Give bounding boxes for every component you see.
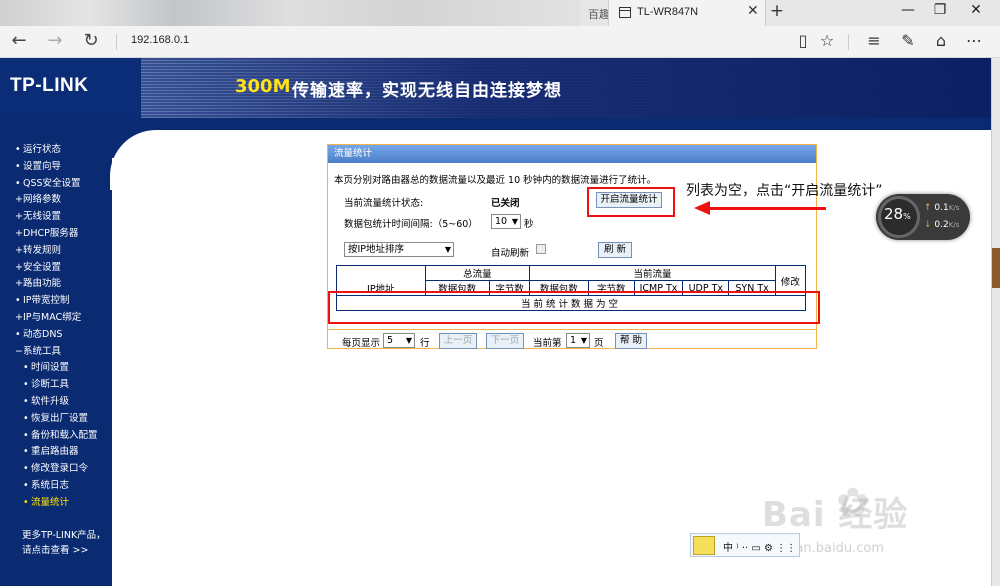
prev-page-button[interactable]: 上一页 <box>439 333 477 349</box>
sidebar-item-system-tools[interactable]: −系统工具 <box>15 344 111 361</box>
page-unit: 页 <box>594 338 604 349</box>
address-bar[interactable]: 192.168.0.1 <box>131 34 189 46</box>
address-divider <box>116 34 117 50</box>
panel-title: 流量统计 <box>328 145 816 163</box>
navigation-bar: ← → ↻ 192.168.0.1 ▯ ☆ ≡ ✎ ⌂ ⋯ <box>0 26 1000 58</box>
router-banner: TP-LINK 300M 传输速率，实现无线自由连接梦想 <box>0 58 1000 118</box>
chevron-down-icon: ▼ <box>511 217 518 226</box>
per-page-label: 每页显示 <box>342 338 381 349</box>
auto-refresh-checkbox[interactable] <box>536 244 546 254</box>
tab-bar: 百趣 TL-WR847N ✕ + — ❐ ✕ <box>0 0 1000 26</box>
sidebar-item-wizard[interactable]: • 设置向导 <box>15 159 111 176</box>
restore-icon[interactable]: ❐ <box>930 2 950 18</box>
panel-description: 本页分别对路由器总的数据流量以及最近 10 秒钟内的数据流量进行了统计。 <box>334 175 657 186</box>
sidebar-item-status[interactable]: • 运行状态 <box>15 142 111 159</box>
page-select[interactable]: 1 ▼ <box>566 333 590 348</box>
banner-speed: 300M <box>235 76 291 97</box>
toolbar-divider <box>848 34 849 50</box>
usage-percent: 28% <box>884 205 911 223</box>
chevron-down-icon: ▼ <box>405 336 412 345</box>
upload-arrow-icon: ↑ <box>924 203 932 213</box>
ime-toolbar[interactable]: 中 ⁾ ·· ▭ ⚙ ⋮⋮ <box>690 533 800 557</box>
notes-icon[interactable]: ✎ <box>897 31 919 50</box>
table-header-group-row: IP地址 总流量 当前流量 修改 <box>336 265 807 296</box>
tp-link-logo[interactable]: TP-LINK <box>10 75 88 97</box>
share-icon[interactable]: ⌂ <box>930 31 952 50</box>
hub-icon[interactable]: ≡ <box>863 31 885 50</box>
blurred-tabs <box>0 0 580 26</box>
refresh-icon[interactable]: ↻ <box>80 30 102 51</box>
next-page-button[interactable]: 下一页 <box>486 333 524 349</box>
reading-view-icon[interactable]: ▯ <box>792 31 814 50</box>
more-products-line1: 更多TP-LINK产品， <box>22 530 106 541</box>
sidebar-subitem-reboot[interactable]: • 重启路由器 <box>15 444 111 461</box>
sidebar-item-wireless[interactable]: +无线设置 <box>15 209 111 226</box>
sidebar-subitem-password[interactable]: • 修改登录口令 <box>15 461 111 478</box>
sidebar-item-security[interactable]: +安全设置 <box>15 260 111 277</box>
more-products-link[interactable]: 更多TP-LINK产品， 请点击查看 >> <box>22 528 106 558</box>
back-icon[interactable]: ← <box>8 30 30 51</box>
sidebar-subitem-backup[interactable]: • 备份和载入配置 <box>15 428 111 445</box>
group-current: 当前流量 <box>529 265 776 281</box>
empty-row-highlight <box>328 291 820 324</box>
sidebar-item-bandwidth[interactable]: • IP带宽控制 <box>15 293 111 310</box>
interval-unit: 秒 <box>524 219 534 230</box>
sidebar-subitem-time[interactable]: • 时间设置 <box>15 360 111 377</box>
sidebar-menu: • 运行状态 • 设置向导 • QSS安全设置 +网络参数 +无线设置 +DHCP服务… <box>15 142 111 512</box>
previous-tab-title[interactable]: 百趣 <box>588 6 610 22</box>
download-arrow-icon: ↓ <box>924 220 932 230</box>
sidebar-subitem-firmware[interactable]: • 软件升级 <box>15 394 111 411</box>
close-tab-icon[interactable]: ✕ <box>747 3 759 19</box>
chevron-down-icon: ▼ <box>444 245 451 254</box>
active-tab-title: TL-WR847N <box>637 6 699 18</box>
status-label: 当前流量统计状态: <box>344 198 424 209</box>
auto-refresh-label: 自动刷新 <box>491 248 530 259</box>
logo-area: TP-LINK <box>0 58 140 118</box>
help-button[interactable]: 帮 助 <box>615 333 647 349</box>
window-close-icon[interactable]: ✕ <box>966 2 986 18</box>
page-icon <box>619 7 631 18</box>
chevron-down-icon: ▼ <box>580 336 587 345</box>
sidebar-subitem-traffic[interactable]: • 流量统计 <box>15 495 111 512</box>
status-value: 已关闭 <box>491 198 520 209</box>
page-scrollbar[interactable] <box>991 58 1000 586</box>
group-total: 总流量 <box>424 265 531 281</box>
sort-select[interactable]: 按IP地址排序 ▼ <box>344 242 454 257</box>
sidebar-item-network[interactable]: +网络参数 <box>15 192 111 209</box>
sidebar-item-routing[interactable]: +路由功能 <box>15 276 111 293</box>
sidebar-subitem-diagnostics[interactable]: • 诊断工具 <box>15 377 111 394</box>
watermark-brand: Bai 经验 <box>762 495 909 535</box>
favorite-star-icon[interactable]: ☆ <box>816 31 838 50</box>
sidebar-item-ip-mac[interactable]: +IP与MAC绑定 <box>15 310 111 327</box>
refresh-button[interactable]: 刷 新 <box>598 242 632 258</box>
more-icon[interactable]: ⋯ <box>963 31 985 50</box>
sidebar-subitem-factory-reset[interactable]: • 恢复出厂设置 <box>15 411 111 428</box>
arrow-line <box>708 207 826 210</box>
ime-status: 中 ⁾ ·· ▭ ⚙ ⋮⋮ <box>723 543 797 554</box>
per-page-select[interactable]: 5 ▼ <box>383 333 415 348</box>
interval-select[interactable]: 10 ▼ <box>491 214 521 229</box>
sidebar-item-qss[interactable]: • QSS安全设置 <box>15 176 111 193</box>
more-products-line2: 请点击查看 >> <box>22 545 89 556</box>
ime-logo-icon <box>693 536 715 555</box>
rows-unit: 行 <box>420 338 430 349</box>
sidebar-subitem-log[interactable]: • 系统日志 <box>15 478 111 495</box>
banner-slogan: 传输速率，实现无线自由连接梦想 <box>292 81 562 101</box>
upload-speed: ↑ 0.1K/s <box>924 203 960 213</box>
annotation-text: 列表为空，点击“开启流量统计” <box>686 183 883 199</box>
new-tab-icon[interactable]: + <box>768 1 786 21</box>
minimize-icon[interactable]: — <box>898 2 918 18</box>
active-tab[interactable]: TL-WR847N ✕ <box>608 0 766 26</box>
network-monitor-widget[interactable]: 28% ↑ 0.1K/s ↓ 0.2K/s <box>876 194 970 240</box>
forward-icon[interactable]: → <box>44 30 66 51</box>
interval-label: 数据包统计时间间隔:（5~60） <box>344 219 478 230</box>
current-page-label: 当前第 <box>533 338 562 349</box>
enable-button-highlight <box>587 187 675 217</box>
sidebar-item-ddns[interactable]: • 动态DNS <box>15 327 111 344</box>
bottom-divider <box>328 329 816 330</box>
sidebar-item-dhcp[interactable]: +DHCP服务器 <box>15 226 111 243</box>
sidebar-item-forwarding[interactable]: +转发规则 <box>15 243 111 260</box>
scrollbar-thumb[interactable] <box>992 248 1000 288</box>
download-speed: ↓ 0.2K/s <box>924 220 960 230</box>
